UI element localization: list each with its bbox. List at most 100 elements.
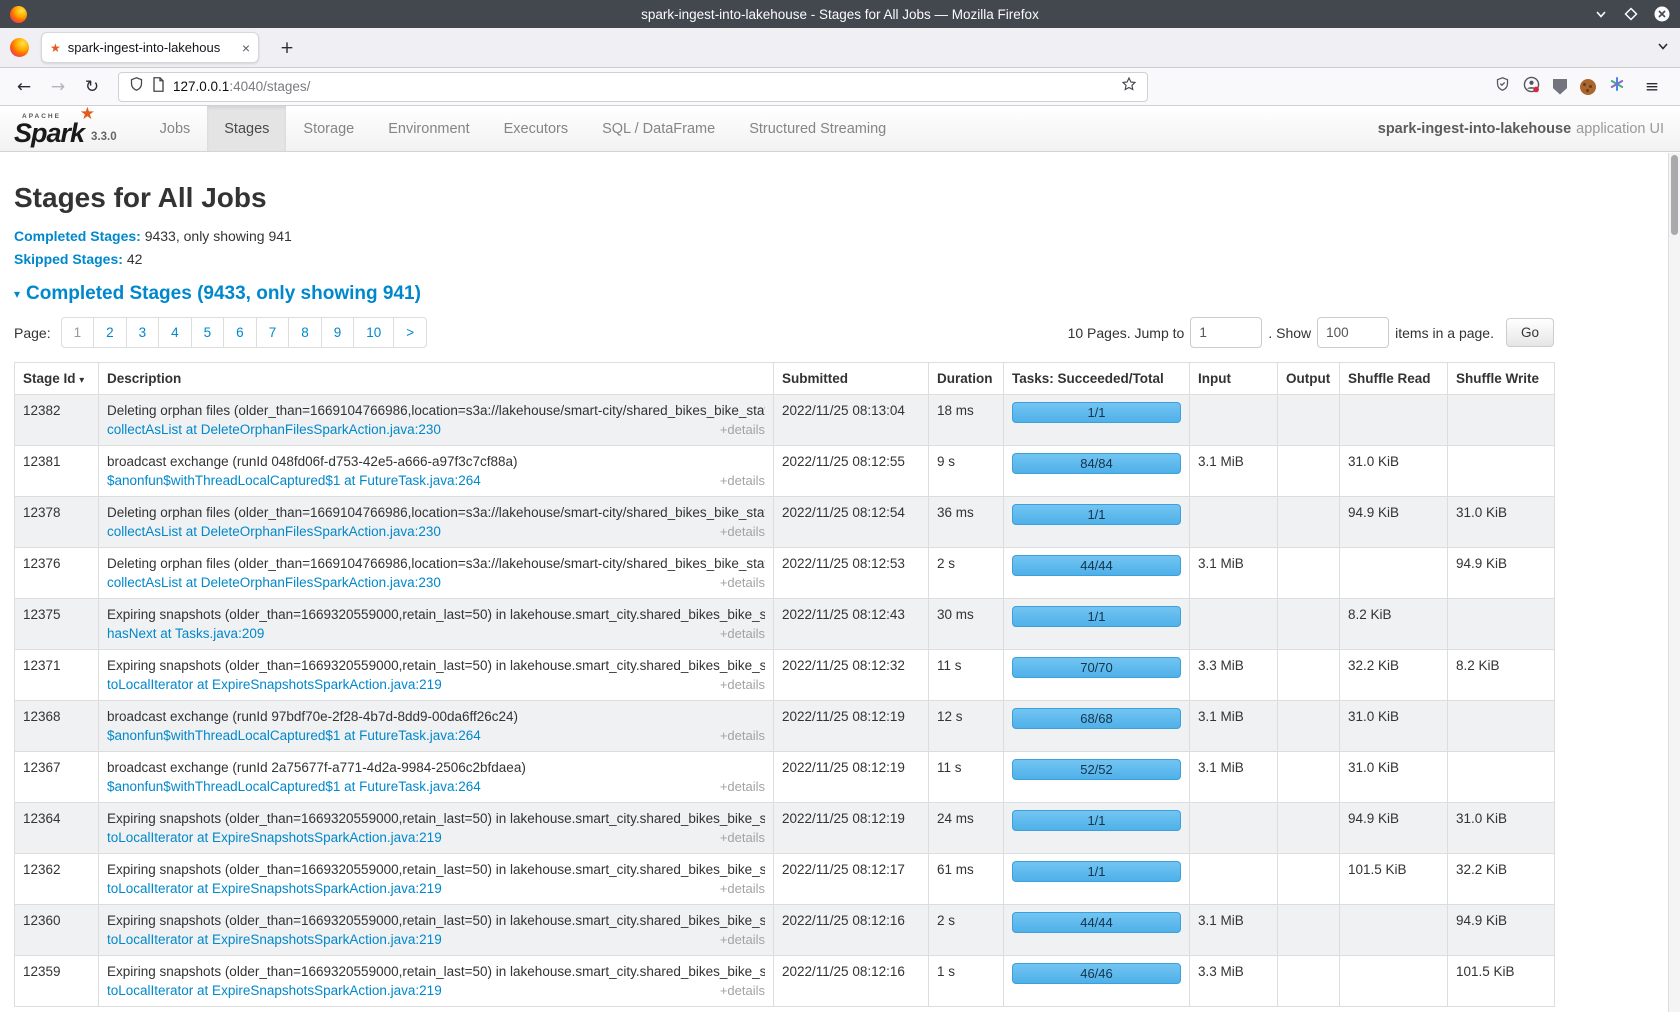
- details-toggle[interactable]: +details: [720, 626, 765, 641]
- colorful-asterisk-extension-icon[interactable]: [1609, 76, 1625, 97]
- details-toggle[interactable]: +details: [720, 983, 765, 998]
- page-button-6[interactable]: 6: [223, 317, 257, 348]
- page-button-8[interactable]: 8: [288, 317, 322, 348]
- page-button-1[interactable]: 1: [61, 317, 95, 348]
- col-header-output[interactable]: Output: [1278, 363, 1340, 395]
- nav-tab-executors[interactable]: Executors: [487, 106, 585, 151]
- details-toggle[interactable]: +details: [720, 728, 765, 743]
- completed-stages-link[interactable]: Completed Stages:: [14, 228, 141, 244]
- stage-callsite-link[interactable]: $anonfun$withThreadLocalCaptured$1 at Fu…: [107, 473, 481, 488]
- submitted-cell: 2022/11/25 08:12:17: [774, 854, 929, 905]
- page-button-7[interactable]: 7: [256, 317, 290, 348]
- submitted-cell: 2022/11/25 08:12:53: [774, 548, 929, 599]
- back-button[interactable]: ←: [10, 73, 38, 101]
- reload-button[interactable]: ↻: [78, 73, 106, 101]
- stage-callsite-link[interactable]: toLocalIterator at ExpireSnapshotsSparkA…: [107, 830, 442, 845]
- window-close-button[interactable]: [1654, 6, 1670, 22]
- details-toggle[interactable]: +details: [720, 830, 765, 845]
- ublock-shield-icon[interactable]: [1553, 79, 1567, 95]
- table-row: 12368 broadcast exchange (runId 97bdf70e…: [15, 701, 1555, 752]
- stage-callsite-link[interactable]: toLocalIterator at ExpireSnapshotsSparkA…: [107, 881, 442, 896]
- scrollbar-thumb[interactable]: [1671, 155, 1678, 235]
- col-header-submitted[interactable]: Submitted: [774, 363, 929, 395]
- nav-tab-sql-dataframe[interactable]: SQL / DataFrame: [585, 106, 732, 151]
- stage-id-cell: 12368: [15, 701, 99, 752]
- new-tab-button[interactable]: +: [273, 34, 301, 62]
- page-button-2[interactable]: 2: [93, 317, 127, 348]
- col-header-shuffle-write[interactable]: Shuffle Write: [1448, 363, 1555, 395]
- window-minimize-button[interactable]: [1594, 8, 1608, 20]
- spark-logo[interactable]: APACHE Spark ★ 3.3.0: [0, 106, 143, 151]
- stage-callsite-link[interactable]: $anonfun$withThreadLocalCaptured$1 at Fu…: [107, 728, 481, 743]
- url-bar[interactable]: 127.0.0.1:4040/stages/: [118, 72, 1148, 102]
- extension-shield-check-icon[interactable]: [1495, 76, 1510, 97]
- next-page-button[interactable]: >: [393, 317, 427, 348]
- details-toggle[interactable]: +details: [720, 779, 765, 794]
- spark-star-icon: ★: [80, 106, 95, 123]
- url-text[interactable]: 127.0.0.1:4040/stages/: [173, 79, 1113, 94]
- stage-callsite-link[interactable]: toLocalIterator at ExpireSnapshotsSparkA…: [107, 983, 442, 998]
- tasks-progress-bar: 1/1: [1012, 861, 1181, 882]
- shuffle-write-cell: 94.9 KiB: [1448, 548, 1555, 599]
- duration-cell: 2 s: [929, 905, 1004, 956]
- nav-tab-stages[interactable]: Stages: [207, 106, 286, 151]
- stage-callsite-link[interactable]: collectAsList at DeleteOrphanFilesSparkA…: [107, 422, 441, 437]
- bookmark-star-icon[interactable]: [1121, 76, 1137, 97]
- details-toggle[interactable]: +details: [720, 524, 765, 539]
- page-info-icon[interactable]: [152, 77, 165, 97]
- jump-to-page-input[interactable]: [1190, 317, 1262, 348]
- hamburger-menu-icon[interactable]: ≡: [1638, 73, 1666, 101]
- page-button-3[interactable]: 3: [126, 317, 160, 348]
- description-cell: broadcast exchange (runId 2a75677f-a771-…: [99, 752, 774, 803]
- account-extension-icon[interactable]: [1523, 76, 1540, 98]
- duration-cell: 30 ms: [929, 599, 1004, 650]
- page-button-10[interactable]: 10: [353, 317, 394, 348]
- tracking-shield-icon[interactable]: [129, 76, 144, 97]
- duration-cell: 12 s: [929, 701, 1004, 752]
- col-header-duration[interactable]: Duration: [929, 363, 1004, 395]
- shuffle-read-cell: [1340, 395, 1448, 446]
- output-cell: [1278, 650, 1340, 701]
- details-toggle[interactable]: +details: [720, 677, 765, 692]
- stage-callsite-link[interactable]: $anonfun$withThreadLocalCaptured$1 at Fu…: [107, 779, 481, 794]
- stage-callsite-link[interactable]: hasNext at Tasks.java:209: [107, 626, 264, 641]
- details-toggle[interactable]: +details: [720, 575, 765, 590]
- nav-tab-jobs[interactable]: Jobs: [143, 106, 208, 151]
- stage-callsite-link[interactable]: collectAsList at DeleteOrphanFilesSparkA…: [107, 575, 441, 590]
- cookie-extension-icon[interactable]: [1580, 79, 1596, 95]
- duration-cell: 1 s: [929, 956, 1004, 1007]
- stage-callsite-link[interactable]: toLocalIterator at ExpireSnapshotsSparkA…: [107, 677, 442, 692]
- stage-callsite-link[interactable]: toLocalIterator at ExpireSnapshotsSparkA…: [107, 932, 442, 947]
- details-toggle[interactable]: +details: [720, 881, 765, 896]
- nav-tab-environment[interactable]: Environment: [371, 106, 486, 151]
- col-header-description[interactable]: Description: [99, 363, 774, 395]
- page-button-9[interactable]: 9: [321, 317, 355, 348]
- nav-tab-storage[interactable]: Storage: [286, 106, 371, 151]
- details-toggle[interactable]: +details: [720, 422, 765, 437]
- completed-stages-section-toggle[interactable]: ▾ Completed Stages (9433, only showing 9…: [14, 283, 1666, 305]
- table-row: 12359 Expiring snapshots (older_than=166…: [15, 956, 1555, 1007]
- input-cell: 3.1 MiB: [1190, 446, 1278, 497]
- col-header-input[interactable]: Input: [1190, 363, 1278, 395]
- window-maximize-button[interactable]: [1624, 7, 1638, 21]
- page-button-4[interactable]: 4: [158, 317, 192, 348]
- page-scrollbar[interactable]: [1668, 153, 1680, 1012]
- nav-tab-structured-streaming[interactable]: Structured Streaming: [732, 106, 903, 151]
- output-cell: [1278, 803, 1340, 854]
- items-per-page-input[interactable]: [1317, 317, 1389, 348]
- shuffle-read-cell: 94.9 KiB: [1340, 497, 1448, 548]
- col-header-stage-id[interactable]: Stage Id ▾: [15, 363, 99, 395]
- details-toggle[interactable]: +details: [720, 932, 765, 947]
- col-header-tasks[interactable]: Tasks: Succeeded/Total: [1004, 363, 1190, 395]
- stage-id-cell: 12376: [15, 548, 99, 599]
- list-tabs-chevron-icon[interactable]: [1656, 39, 1670, 57]
- skipped-stages-link[interactable]: Skipped Stages:: [14, 251, 123, 267]
- details-toggle[interactable]: +details: [720, 473, 765, 488]
- go-button[interactable]: Go: [1506, 318, 1554, 347]
- tab-close-icon[interactable]: ×: [242, 41, 250, 55]
- col-header-shuffle-read[interactable]: Shuffle Read: [1340, 363, 1448, 395]
- page-button-5[interactable]: 5: [191, 317, 225, 348]
- browser-tab[interactable]: ★ spark-ingest-into-lakehous ×: [41, 32, 259, 63]
- stage-callsite-link[interactable]: collectAsList at DeleteOrphanFilesSparkA…: [107, 524, 441, 539]
- description-cell: Expiring snapshots (older_than=166932055…: [99, 599, 774, 650]
